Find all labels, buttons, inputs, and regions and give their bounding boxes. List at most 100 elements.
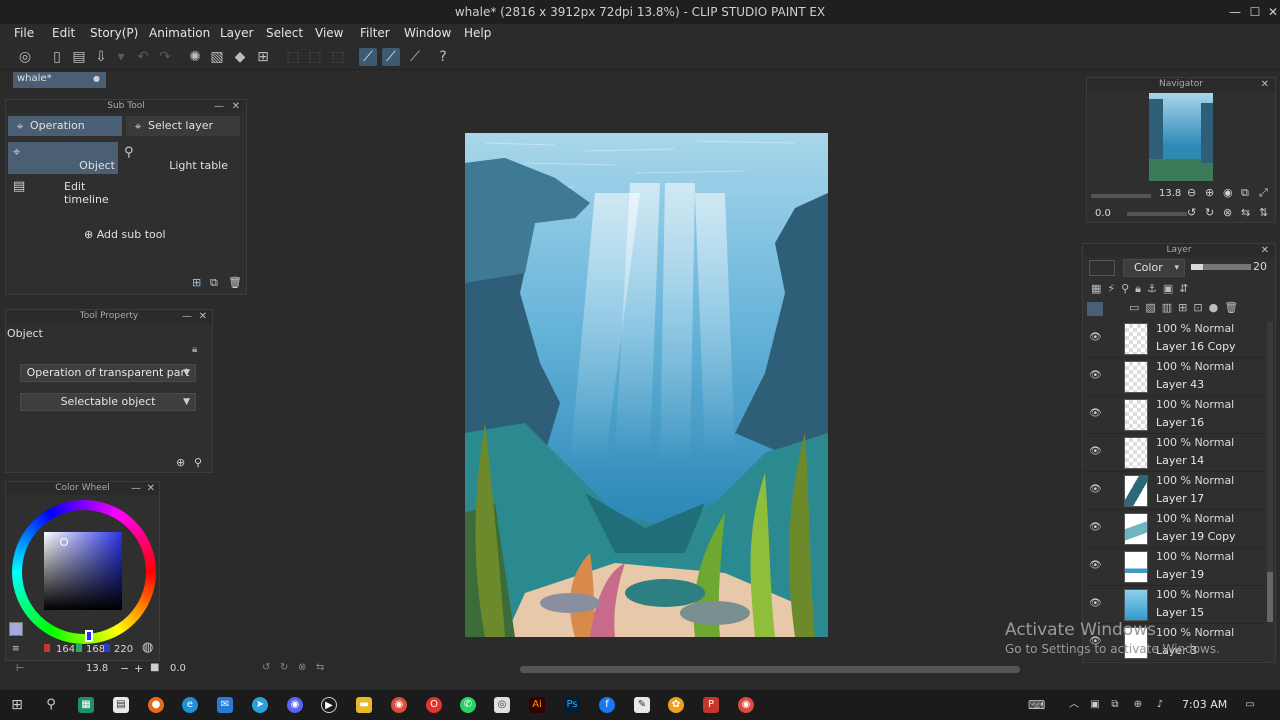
menu-select[interactable]: Select (266, 26, 303, 40)
reset-rotation-icon[interactable]: ⊗ (298, 662, 306, 673)
minimize-button[interactable]: — (1226, 3, 1244, 21)
layer-row[interactable]: 👁︎ 100 % Normal Layer 16 Copy (1084, 320, 1264, 358)
crop-icon[interactable]: ⬚ (306, 48, 324, 66)
rotate-right-icon[interactable]: ↻ (280, 662, 288, 673)
menu-animation[interactable]: Animation (149, 26, 210, 40)
close-panel-icon[interactable]: ✕ (1261, 244, 1269, 257)
new-file-icon[interactable]: ▯ (48, 48, 66, 66)
open-file-icon[interactable]: ▤ (70, 48, 88, 66)
canvas-artwork[interactable] (465, 133, 828, 637)
blend-mode-select[interactable]: Color ▾ (1123, 259, 1185, 277)
transparent-part-select[interactable]: Operation of transparent part ▼ (20, 364, 196, 382)
notepad-icon[interactable]: ▤ (113, 697, 129, 713)
selectable-object-select[interactable]: Selectable object ▼ (20, 393, 196, 411)
undo-icon[interactable]: ↶ (134, 48, 152, 66)
visibility-eye-icon[interactable]: 👁︎ (1089, 370, 1102, 381)
reset-rotation-icon[interactable]: ⊗ (1223, 206, 1232, 219)
mail-icon[interactable]: ✉ (217, 697, 233, 713)
chevron-up-icon[interactable]: ︿ (1066, 697, 1082, 713)
zoom-in-icon[interactable]: ⊕ (1205, 186, 1214, 199)
zoom-slider-icon[interactable]: ⊢ (16, 663, 25, 674)
media-player-icon[interactable]: ▶ (321, 697, 337, 713)
search-icon[interactable]: ⚲ (43, 697, 59, 713)
volume-icon[interactable]: ♪ (1152, 697, 1168, 713)
minimize-panel-icon[interactable]: — (131, 482, 141, 495)
clear-icon[interactable]: ✺ (186, 48, 204, 66)
close-panel-icon[interactable]: ✕ (1261, 78, 1269, 91)
redo-icon[interactable]: ↷ (156, 48, 174, 66)
saturation-value-square[interactable] (44, 532, 122, 610)
close-panel-icon[interactable]: ✕ (147, 482, 155, 495)
opacity-value[interactable]: 20 (1253, 260, 1267, 273)
save-icon[interactable]: ⇩ (92, 48, 110, 66)
facebook-icon[interactable]: f (599, 697, 615, 713)
wrench-icon[interactable]: ⚲ (194, 456, 202, 469)
tray-app-icon[interactable]: ▣ (1087, 697, 1103, 713)
rotate-right-icon[interactable]: ↻ (1205, 206, 1214, 219)
close-window-button[interactable]: ✕ (1264, 3, 1280, 21)
visibility-eye-icon[interactable]: 👁︎ (1089, 598, 1102, 609)
color-picker-handle[interactable] (60, 538, 68, 546)
close-panel-icon[interactable]: ✕ (232, 100, 240, 113)
menu-file[interactable]: File (14, 26, 34, 40)
chevron-down-icon[interactable]: ▾ (112, 48, 130, 66)
visibility-eye-icon[interactable]: 👁︎ (1089, 332, 1102, 343)
close-tab-icon[interactable]: ● (93, 74, 100, 83)
pen-tool-icon[interactable]: ✎ (634, 697, 650, 713)
layer-toolbar-1[interactable]: ▦⚡⚲🔒︎⚓▣⇵ (1091, 282, 1195, 296)
tab-select-layer[interactable]: ⌖ Select layer (126, 116, 240, 136)
tab-operation[interactable]: ⌖ Operation (8, 116, 122, 136)
file-explorer-icon[interactable]: ▬ (356, 697, 372, 713)
layer-row[interactable]: 👁︎ 100 % Normal Layer 19 Copy (1084, 510, 1264, 548)
deselect-icon[interactable]: ⬚ (284, 48, 302, 66)
navigator-preview[interactable] (1149, 93, 1213, 181)
discord-icon[interactable]: ◉ (287, 697, 303, 713)
menu-window[interactable]: Window (404, 26, 451, 40)
whatsapp-icon[interactable]: ✆ (460, 697, 476, 713)
layer-row[interactable]: 👁︎ 100 % Normal Layer 14 (1084, 434, 1264, 472)
firefox-icon[interactable]: ● (148, 697, 164, 713)
fit-icon[interactable]: ■ (150, 662, 159, 673)
clip-studio-taskbar-icon[interactable]: ◎ (494, 697, 510, 713)
visibility-eye-icon[interactable]: 👁︎ (1089, 408, 1102, 419)
navigator-rotation-value[interactable]: 0.0 (1095, 208, 1111, 219)
layer-row[interactable]: 👁︎ 100 % Normal Layer 43 (1084, 358, 1264, 396)
store-icon[interactable]: ▦ (78, 697, 94, 713)
fill-bucket-icon[interactable]: ◆ (231, 48, 249, 66)
powerpoint-icon[interactable]: P (703, 697, 719, 713)
new-sub-tool-icon[interactable]: ⊞ (192, 276, 201, 289)
hue-handle[interactable] (85, 630, 93, 642)
menu-help[interactable]: Help (464, 26, 491, 40)
add-sub-tool-button[interactable]: ⊕ Add sub tool (84, 228, 166, 241)
chrome-profile-icon[interactable]: ◉ (738, 697, 754, 713)
navigator-zoom-slider[interactable] (1091, 194, 1151, 198)
rotation-value[interactable]: 0.0 (170, 663, 186, 674)
clip-studio-icon[interactable]: ◎ (16, 48, 34, 66)
selection-icon[interactable]: ⬚ (329, 48, 347, 66)
trash-icon[interactable]: 🗑 (228, 276, 242, 289)
fit-screen-icon[interactable]: ◉ (1223, 186, 1233, 199)
globe-icon[interactable]: ⊕ (1130, 697, 1146, 713)
app-icon[interactable]: ✿ (668, 697, 684, 713)
layer-row[interactable]: 👁︎ 100 % Normal Layer 19 (1084, 548, 1264, 586)
snap-ruler-icon[interactable]: ⟋ (359, 48, 377, 66)
snap-special-ruler-icon[interactable]: ⟋ (382, 48, 400, 66)
horizontal-scrollbar[interactable] (520, 666, 1020, 673)
transform-icon[interactable]: ⊞ (254, 48, 272, 66)
zoom-out-icon[interactable]: − (120, 662, 129, 675)
telegram-icon[interactable]: ➤ (252, 697, 268, 713)
windows-start-icon[interactable]: ⊞ (9, 697, 25, 713)
fit-window-icon[interactable]: ⤢ (1259, 186, 1268, 200)
edge-icon[interactable]: e (182, 697, 198, 713)
menu-view[interactable]: View (315, 26, 343, 40)
menu-story[interactable]: Story(P) (90, 26, 138, 40)
opacity-slider[interactable] (1191, 264, 1251, 270)
layer-toolbar-2[interactable]: ▭▧▥⊞⊡●🗑 (1129, 301, 1244, 314)
visibility-eye-icon[interactable]: 👁︎ (1089, 560, 1102, 571)
flip-vertical-icon[interactable]: ⇅ (1259, 206, 1268, 219)
opera-icon[interactable]: O (426, 697, 442, 713)
actual-size-icon[interactable]: ⧉ (1241, 186, 1249, 200)
lock-icon[interactable]: 🔒︎ (192, 344, 197, 355)
maximize-button[interactable]: ☐ (1246, 3, 1264, 21)
layer-row[interactable]: 👁︎ 100 % Normal Layer 15 (1084, 586, 1264, 624)
